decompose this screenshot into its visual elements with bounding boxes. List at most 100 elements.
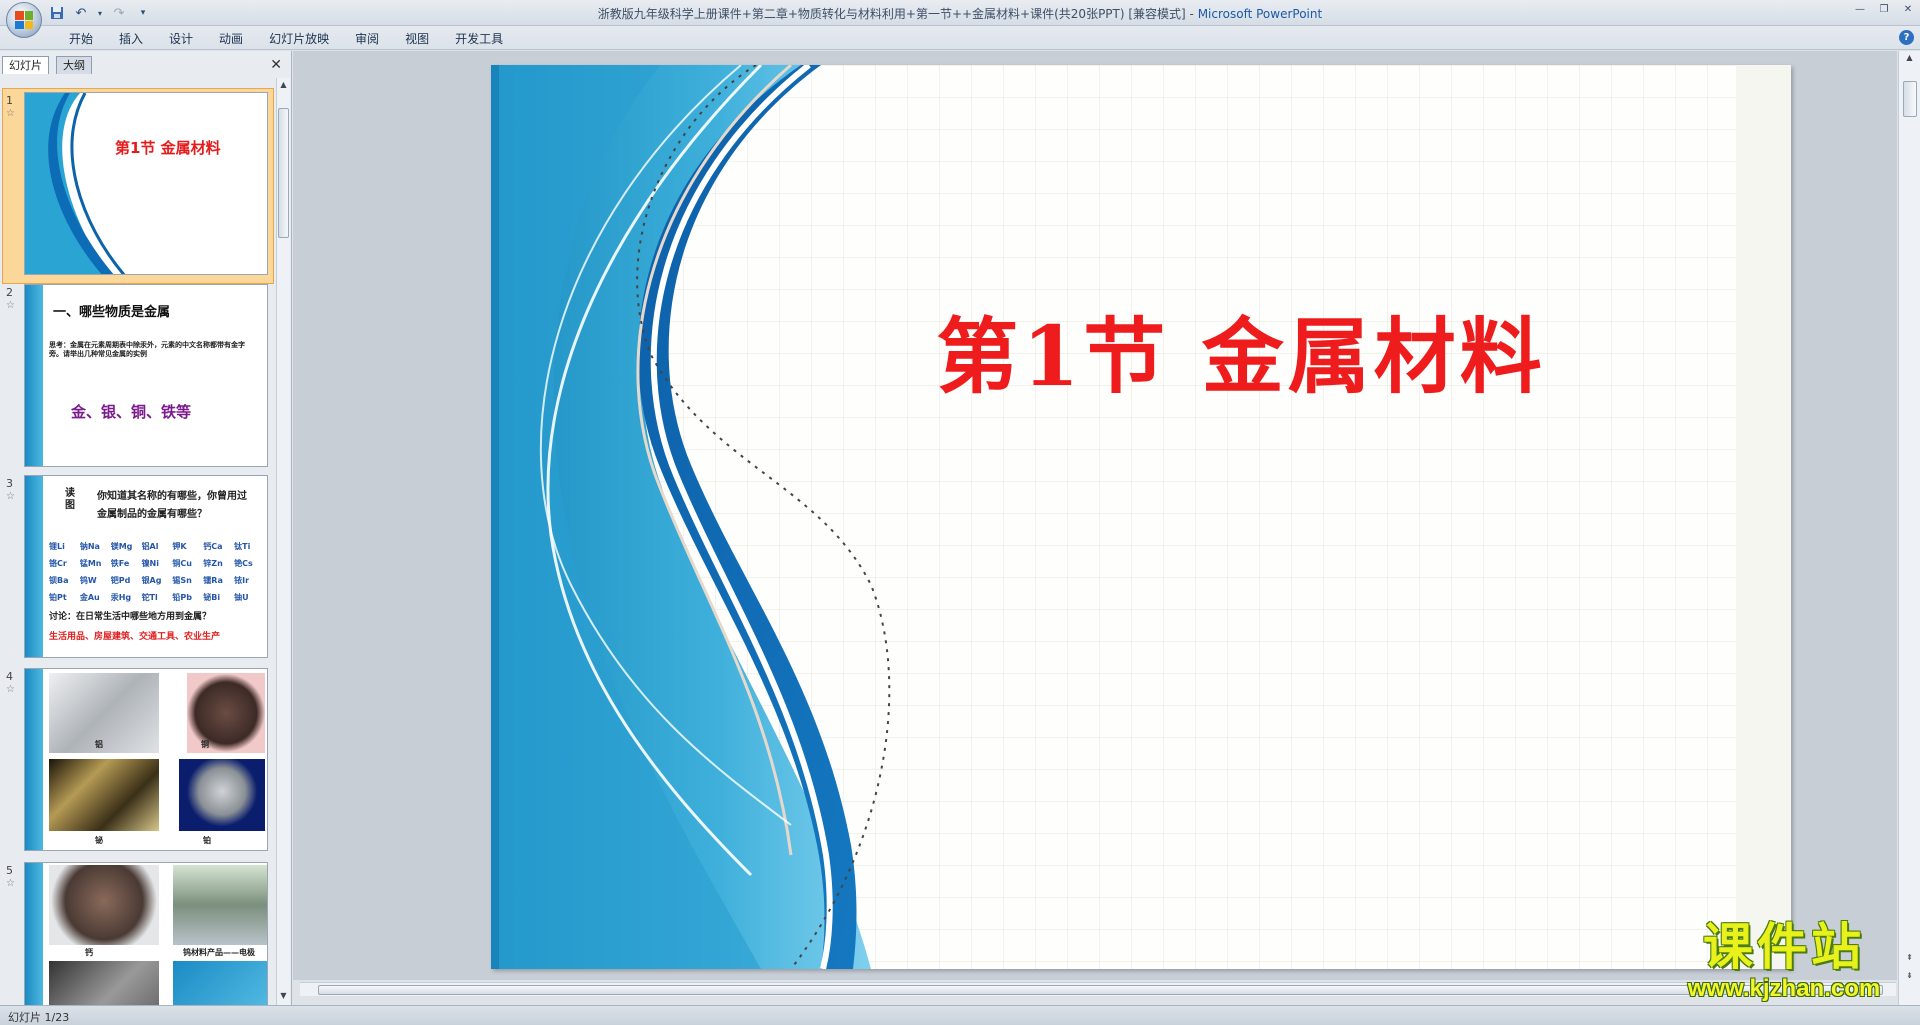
tab-review[interactable]: 审阅	[342, 30, 392, 48]
scrollbar-thumb[interactable]	[1903, 81, 1917, 117]
scroll-up-icon[interactable]: ▲	[278, 80, 289, 92]
panel-tabs: 幻灯片 大纲 ✕	[0, 54, 292, 76]
element-symbol: 汞Hg	[110, 593, 132, 602]
title-bar: ↶ ▾ ↷ ▾ 浙教版九年级科学上册课件+第二章+物质转化与材料利用+第一节++…	[0, 0, 1920, 38]
restore-icon[interactable]: ❐	[1876, 2, 1892, 16]
scrollbar-thumb[interactable]	[278, 108, 289, 238]
caption-aluminum: 铝	[95, 740, 103, 749]
watermark-url: www.kjzhan.com	[1687, 975, 1881, 1002]
tab-developer[interactable]: 开发工具	[442, 30, 516, 48]
aluminum-image	[49, 673, 159, 753]
editor-vertical-scrollbar[interactable]: ▲ ⇞ ⇟	[1898, 51, 1920, 1005]
thumbnail-row-4[interactable]: 4 ☆ 铝 铜 铋 铂	[0, 668, 274, 858]
tab-slides[interactable]: 幻灯片	[2, 56, 49, 74]
thumbnail-number: 5	[6, 864, 13, 877]
thumbnail-row-1[interactable]: 1 ☆ 第1节 金属材料	[0, 88, 274, 284]
caption-calcium: 钙	[85, 948, 93, 957]
previous-slide-icon[interactable]: ⇞	[1904, 953, 1915, 965]
caption-platinum: 铂	[203, 836, 211, 845]
slide-thumbnail-3[interactable]: 读图 你知道其名称的有哪些，你曾用过金属制品的金属有哪些？ 锂Li 钠Na 镁M…	[24, 475, 268, 658]
element-symbol: 铁Fe	[110, 559, 130, 568]
tab-view[interactable]: 视图	[392, 30, 442, 48]
thumb3-answer: 生活用品、房屋建筑、交通工具、农业生产	[49, 632, 221, 642]
thumbnail-number: 3	[6, 477, 13, 490]
element-symbol: 铅Pb	[172, 593, 193, 602]
element-symbol: 锂Li	[49, 542, 65, 551]
platinum-image	[179, 759, 265, 831]
element-symbol: 铱Ir	[234, 576, 250, 585]
caption-copper: 铜	[201, 740, 209, 749]
window-controls: — ❐ ✕	[1852, 2, 1916, 16]
tab-animations[interactable]: 动画	[206, 30, 256, 48]
slides-panel: 幻灯片 大纲 ✕ 1 ☆ 第1节 金属材料 2 ☆ 一、哪些物质是金属 思考：金…	[0, 51, 292, 1005]
element-symbol: 铝Al	[141, 542, 159, 551]
element-symbol: 铜Cu	[172, 559, 192, 568]
animation-star-icon: ☆	[6, 491, 15, 502]
tab-design[interactable]: 设计	[156, 30, 206, 48]
animation-star-icon: ☆	[6, 300, 15, 311]
thumb3-discussion: 讨论：在日常生活中哪些地方用到金属？	[49, 612, 212, 622]
slide-title[interactable]: 第1节 金属材料	[791, 290, 1691, 409]
close-icon[interactable]: ✕	[1900, 2, 1916, 16]
scrollbar-thumb[interactable]	[318, 985, 1883, 995]
element-symbol: 铬Cr	[49, 559, 67, 568]
next-slide-icon[interactable]: ⇟	[1904, 971, 1915, 983]
minimize-icon[interactable]: —	[1852, 2, 1868, 16]
element-symbol: 金Au	[79, 593, 100, 602]
slide-thumbnail-1[interactable]: 第1节 金属材料	[24, 92, 268, 275]
slide-canvas[interactable]: 第1节 金属材料	[491, 65, 1791, 969]
help-icon[interactable]: ?	[1899, 30, 1914, 45]
slide-editor: 第1节 金属材料	[293, 51, 1897, 980]
scroll-down-icon[interactable]: ▼	[278, 991, 289, 1003]
thumb2-question: 思考：金属在元素周期表中除汞外，元素的中文名称都带有金字旁。请举出几种常见金属的…	[49, 341, 245, 358]
element-symbol: 铯Cs	[234, 559, 253, 568]
thumb2-answer: 金、银、铜、铁等	[71, 403, 192, 421]
thumb3-label: 读图	[65, 488, 75, 511]
tab-insert[interactable]: 插入	[106, 30, 156, 48]
panel-close-icon[interactable]: ✕	[270, 57, 282, 73]
element-symbol: 铋Bi	[203, 593, 221, 602]
scroll-up-icon[interactable]: ▲	[1904, 53, 1915, 65]
thumb-sidebar-strip	[25, 285, 43, 466]
thumbnail-row-3[interactable]: 3 ☆ 读图 你知道其名称的有哪些，你曾用过金属制品的金属有哪些？ 锂Li 钠N…	[0, 475, 274, 665]
slide-thumbnail-5[interactable]: 钙 钨材料产品——电极	[24, 862, 268, 1005]
element-symbol: 镍Ni	[141, 559, 159, 568]
thumbnail-row-2[interactable]: 2 ☆ 一、哪些物质是金属 思考：金属在元素周期表中除汞外，元素的中文名称都带有…	[0, 284, 274, 474]
thumb1-title: 第1节 金属材料	[115, 139, 221, 157]
thumbnail-scrollbar[interactable]: ▲ ▼	[276, 78, 290, 1005]
element-symbol: 钾K	[172, 542, 187, 551]
tab-outline[interactable]: 大纲	[56, 56, 92, 74]
thumb1-background-art	[25, 93, 267, 274]
animation-star-icon: ☆	[6, 108, 15, 119]
animation-star-icon: ☆	[6, 878, 15, 889]
copper-image	[187, 673, 265, 753]
slide-thumbnail-4[interactable]: 铝 铜 铋 铂	[24, 668, 268, 851]
slide-thumbnails: 1 ☆ 第1节 金属材料 2 ☆ 一、哪些物质是金属 思考：金属在元素周期表中除…	[0, 78, 274, 1005]
element-symbol: 铊Tl	[141, 593, 158, 602]
thumb-sidebar-strip	[25, 669, 43, 850]
element-symbol: 钡Ba	[49, 576, 69, 585]
animation-star-icon: ☆	[6, 684, 15, 695]
office-button[interactable]	[6, 2, 42, 38]
element-symbol: 铀U	[234, 593, 249, 602]
element-symbol: 钨W	[79, 576, 97, 585]
thumb3-elements: 锂Li 钠Na 镁Mg 铝Al 钾K 钙Ca 钛Ti 铬Cr 锰Mn 铁Fe 镍…	[49, 538, 265, 606]
editor-horizontal-scrollbar[interactable]	[300, 982, 1896, 996]
slide-indicator: 幻灯片 1/23	[8, 1011, 70, 1024]
element-symbol: 锌Zn	[203, 559, 223, 568]
office-logo-icon	[15, 11, 33, 29]
element-symbol: 钯Pd	[110, 576, 131, 585]
window-title: 浙教版九年级科学上册课件+第二章+物质转化与材料利用+第一节++金属材料+课件(…	[597, 7, 1323, 21]
ribbon-tab-bar: 开始 插入 设计 动画 幻灯片放映 审阅 视图 开发工具 ?	[0, 26, 1920, 50]
ribbon-tabs: 开始 插入 设计 动画 幻灯片放映 审阅 视图 开发工具	[56, 30, 516, 48]
tab-slideshow[interactable]: 幻灯片放映	[256, 30, 342, 48]
slide-background-art	[491, 65, 1791, 969]
caption-bismuth: 铋	[95, 836, 103, 845]
tab-home[interactable]: 开始	[56, 30, 106, 48]
thumbnail-number: 4	[6, 670, 13, 683]
thumbnail-row-5[interactable]: 5 ☆ 钙 钨材料产品——电极	[0, 862, 274, 1005]
slide-thumbnail-2[interactable]: 一、哪些物质是金属 思考：金属在元素周期表中除汞外，元素的中文名称都带有金字旁。…	[24, 284, 268, 467]
thumb3-question: 你知道其名称的有哪些，你曾用过金属制品的金属有哪些？	[97, 491, 247, 520]
element-symbol: 铂Pt	[49, 593, 67, 602]
element-symbol: 镭Ra	[203, 576, 223, 585]
